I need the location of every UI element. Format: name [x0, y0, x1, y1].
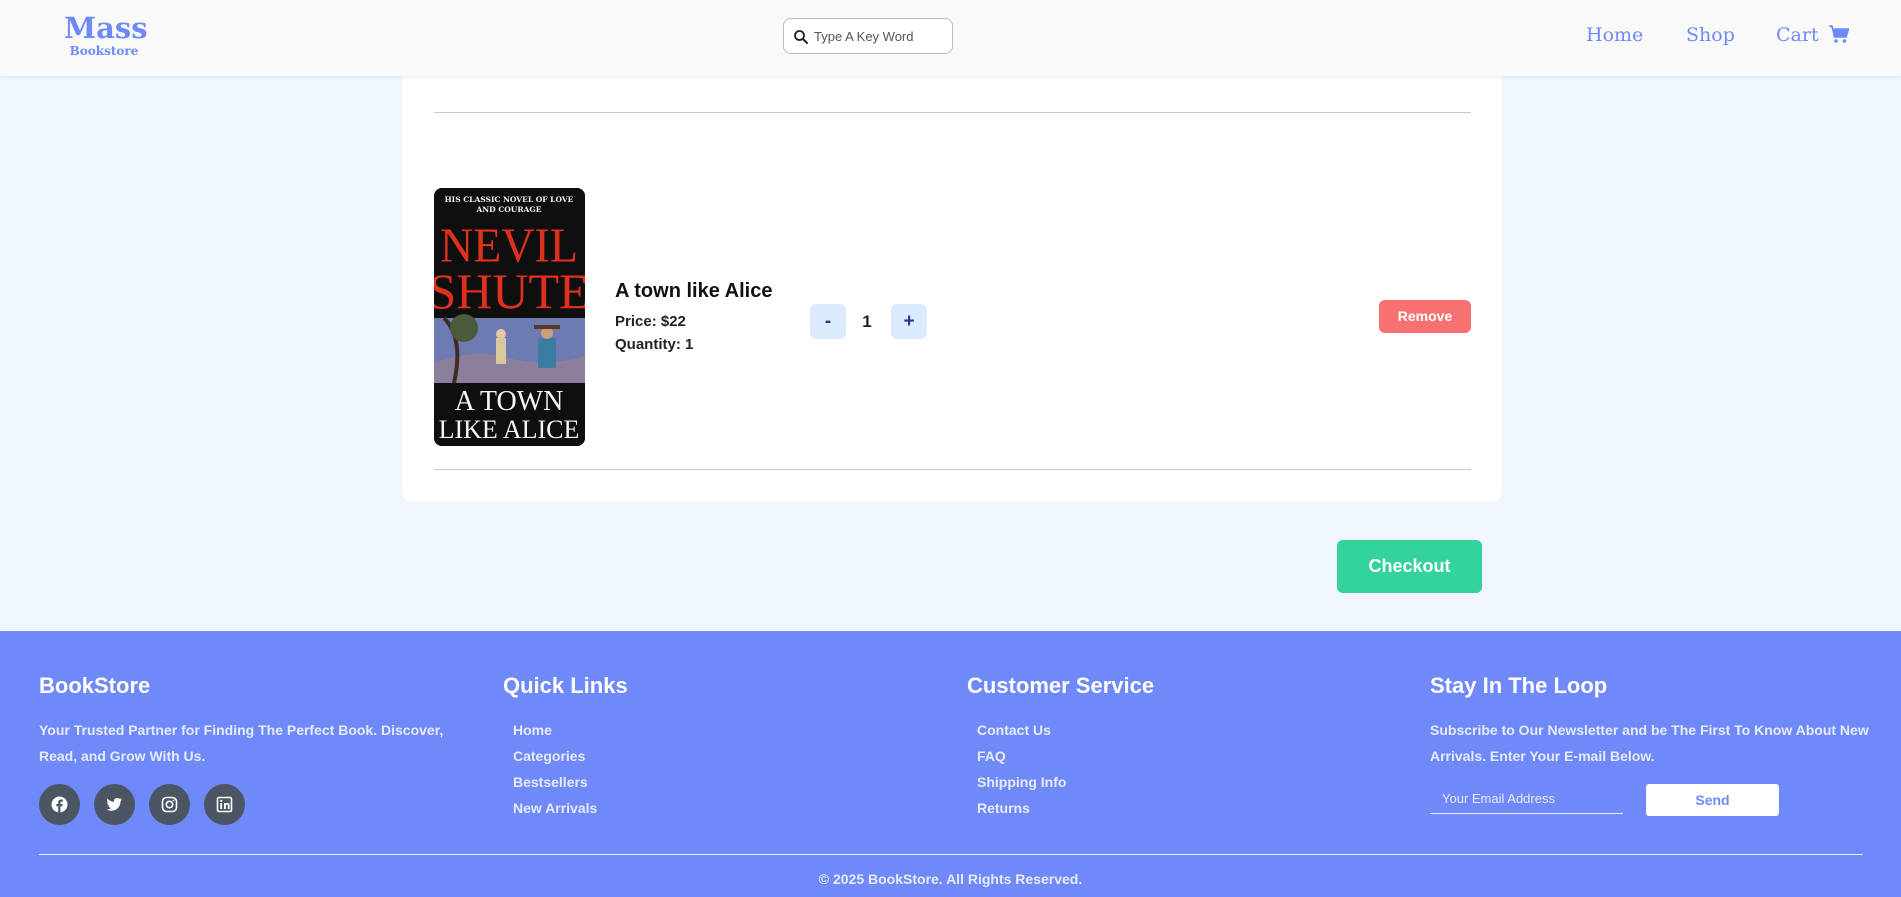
- nav-cart-link[interactable]: Cart: [1776, 24, 1850, 46]
- book-quantity: Quantity: 1: [615, 336, 694, 353]
- instagram-link[interactable]: [149, 784, 190, 825]
- facebook-link[interactable]: [39, 784, 80, 825]
- nav-cart-label: Cart: [1776, 24, 1819, 46]
- footer-quick-links-title: Quick Links: [503, 673, 628, 698]
- search-input[interactable]: [814, 25, 944, 47]
- cover-title-line-1: A TOWN: [455, 386, 564, 417]
- footer-about: BookStore Your Trusted Partner for Findi…: [39, 673, 469, 769]
- cart-icon: [1828, 25, 1849, 43]
- copyright-text: © 2025 BookStore. All Rights Reserved.: [818, 871, 1083, 887]
- book-price: Price: $22: [615, 313, 686, 330]
- linkedin-link[interactable]: [204, 784, 245, 825]
- footer-about-text: Your Trusted Partner for Finding The Per…: [39, 722, 444, 764]
- search-icon: [794, 30, 808, 44]
- cover-title-line-2: LIKE ALICE: [439, 415, 580, 444]
- logo-main-text: Mass: [64, 11, 148, 45]
- remove-button[interactable]: Remove: [1379, 300, 1471, 333]
- instagram-icon: [161, 796, 178, 813]
- newsletter-email-input[interactable]: [1430, 783, 1623, 814]
- footer-about-title: BookStore: [39, 673, 151, 698]
- linkedin-icon: [216, 796, 233, 813]
- footer-divider: [39, 854, 1863, 855]
- nav-shop-link[interactable]: Shop: [1686, 24, 1735, 46]
- nav-home-link[interactable]: Home: [1586, 24, 1643, 46]
- cover-author-last: SHUTE: [434, 263, 585, 319]
- footer-newsletter-title: Stay In The Loop: [1430, 673, 1608, 698]
- book-cover-image[interactable]: HIS CLASSIC NOVEL OF LOVE AND COURAGE NE…: [434, 188, 585, 446]
- logo[interactable]: Mass Bookstore: [64, 11, 148, 58]
- divider: [434, 469, 1471, 470]
- footer-link-faq[interactable]: FAQ: [977, 743, 1154, 769]
- increase-quantity-button[interactable]: +: [891, 304, 927, 339]
- footer-newsletter-text: Subscribe to Our Newsletter and be The F…: [1430, 722, 1869, 764]
- logo-sub-text: Bookstore: [69, 44, 139, 58]
- footer-link-bestsellers[interactable]: Bestsellers: [513, 769, 628, 795]
- site-footer: BookStore Your Trusted Partner for Findi…: [0, 631, 1901, 897]
- facebook-icon: [51, 796, 68, 813]
- cover-tagline-line-2: AND COURAGE: [475, 205, 541, 214]
- footer-customer-service: Customer Service Contact Us FAQ Shipping…: [967, 673, 1154, 821]
- footer-customer-service-title: Customer Service: [967, 673, 1155, 698]
- footer-link-contact-us[interactable]: Contact Us: [977, 717, 1154, 743]
- footer-link-new-arrivals[interactable]: New Arrivals: [513, 795, 628, 821]
- site-header: Mass Bookstore Home Shop Cart: [0, 0, 1901, 76]
- book-title: A town like Alice: [615, 280, 773, 302]
- divider: [434, 112, 1471, 113]
- twitter-link[interactable]: [94, 784, 135, 825]
- newsletter-send-button[interactable]: Send: [1646, 784, 1779, 816]
- footer-link-home[interactable]: Home: [513, 717, 628, 743]
- checkout-button[interactable]: Checkout: [1337, 540, 1482, 593]
- footer-link-shipping-info[interactable]: Shipping Info: [977, 769, 1154, 795]
- footer-link-returns[interactable]: Returns: [977, 795, 1154, 821]
- cover-tagline-line-1: HIS CLASSIC NOVEL OF LOVE: [445, 195, 574, 204]
- footer-quick-links: Quick Links Home Categories Bestsellers …: [503, 673, 628, 821]
- footer-link-categories[interactable]: Categories: [513, 743, 628, 769]
- quantity-value: 1: [862, 312, 872, 331]
- footer-newsletter: Stay In The Loop Subscribe to Our Newsle…: [1430, 673, 1870, 769]
- decrease-quantity-button[interactable]: -: [810, 304, 846, 339]
- search-box[interactable]: [783, 18, 953, 54]
- twitter-icon: [106, 797, 122, 811]
- book-cover-art: HIS CLASSIC NOVEL OF LOVE AND COURAGE NE…: [434, 188, 585, 446]
- cart-panel: HIS CLASSIC NOVEL OF LOVE AND COURAGE NE…: [402, 60, 1502, 502]
